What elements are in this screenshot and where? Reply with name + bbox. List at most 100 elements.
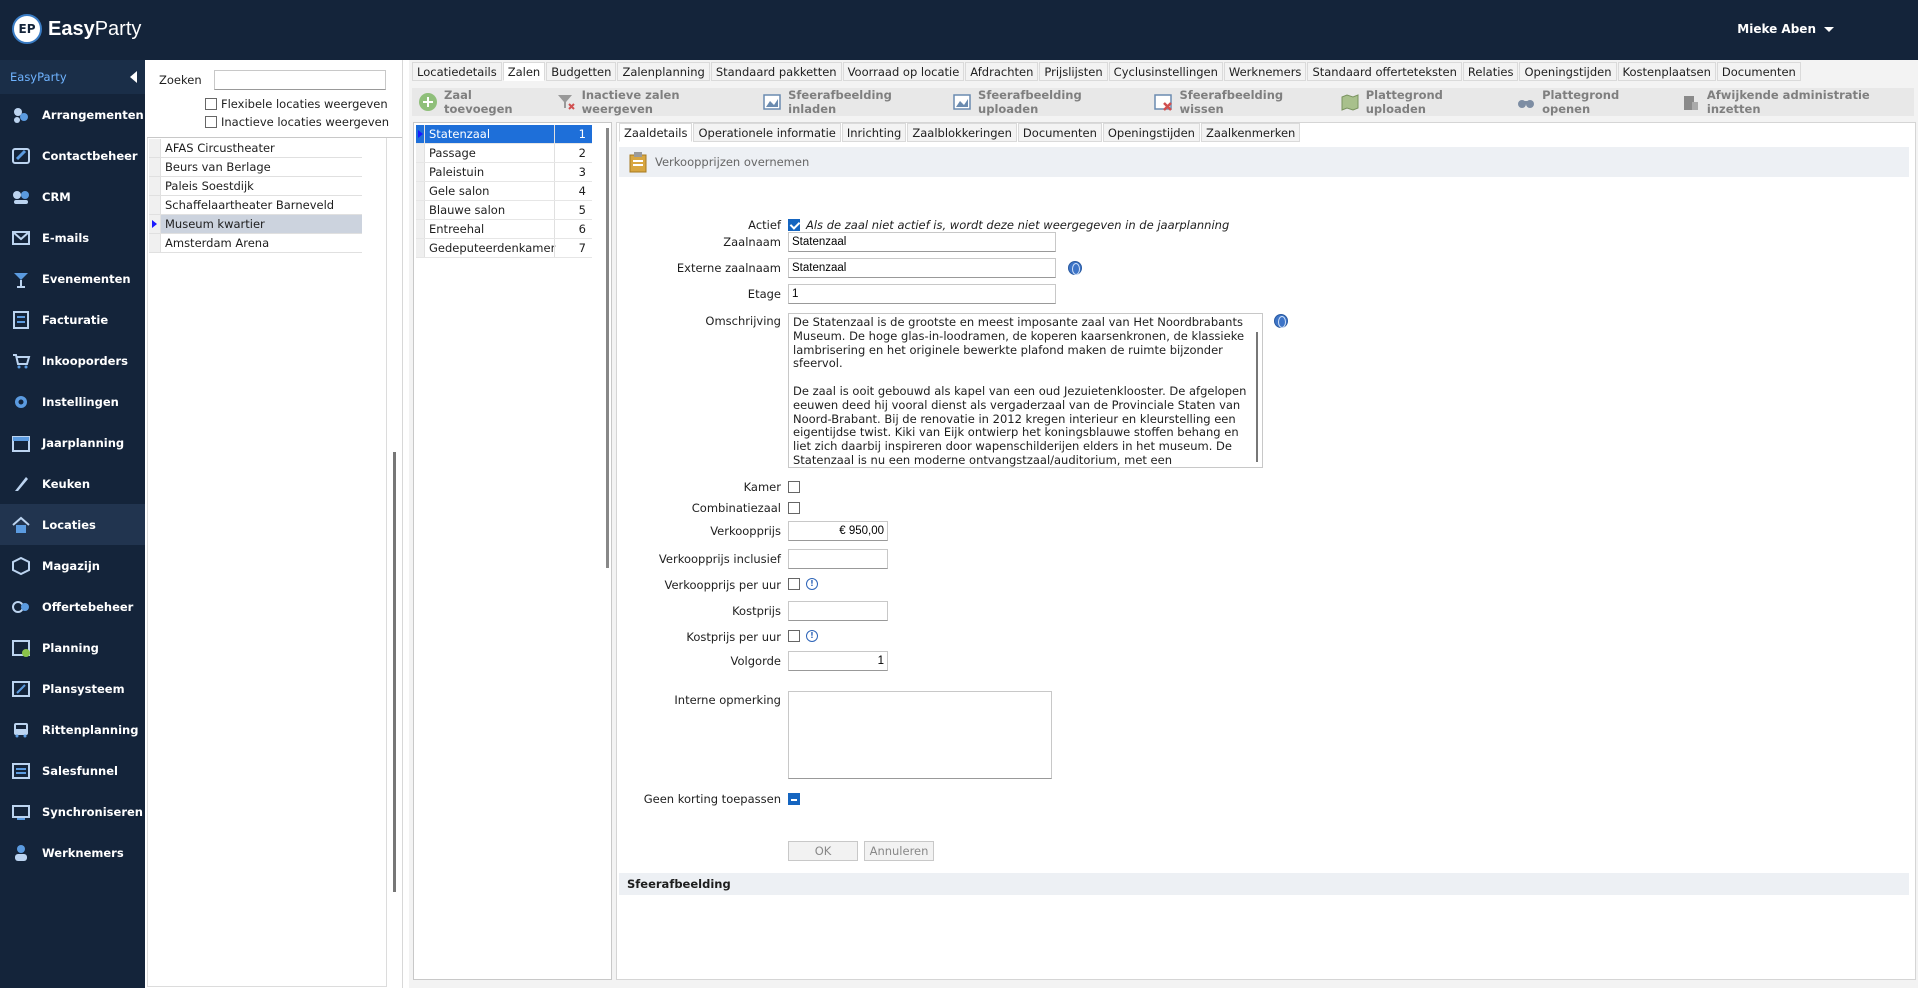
location-row[interactable]: AFAS Circustheater: [149, 139, 362, 158]
tab-documenten[interactable]: Documenten: [1017, 123, 1102, 142]
tab-standaard-pakketten[interactable]: Standaard pakketten: [710, 62, 842, 81]
sfeerafbeelding-inladen-button[interactable]: Sfeerafbeelding inladen: [762, 88, 934, 116]
zaal-toevoegen-button[interactable]: Zaal toevoegen: [418, 88, 538, 116]
tab-voorraad-op-locatie[interactable]: Voorraad op locatie: [842, 62, 965, 81]
tab-operationele-informatie[interactable]: Operationele informatie: [693, 123, 841, 142]
location-row[interactable]: Paleis Soestdijk: [149, 177, 362, 196]
tab-relaties[interactable]: Relaties: [1462, 62, 1519, 81]
inactieve-zalen-weergeven-button[interactable]: Inactieve zalen weergeven: [556, 88, 745, 116]
room-row[interactable]: Gele salon 4: [416, 182, 592, 201]
verkoopprijs-field[interactable]: [788, 521, 888, 541]
room-row[interactable]: Gedeputeerdenkamer 7: [416, 239, 592, 258]
info-icon[interactable]: !: [806, 578, 818, 590]
combinatie-checkbox[interactable]: [788, 502, 800, 514]
afwijkende-administratie-inzetten-button[interactable]: Afwijkende administratie inzetten: [1681, 88, 1914, 116]
sidebar-item-contactbeheer[interactable]: Contactbeheer: [0, 135, 145, 176]
sidebar-item-label: Locaties: [42, 517, 96, 532]
tab-budgetten[interactable]: Budgetten: [546, 62, 617, 81]
tab-cyclusinstellingen[interactable]: Cyclusinstellingen: [1108, 62, 1223, 81]
plansystem-icon: [10, 678, 32, 700]
tab-zalenplanning[interactable]: Zalenplanning: [617, 62, 710, 81]
tab-inrichting[interactable]: Inrichting: [841, 123, 907, 142]
textarea-scrollbar[interactable]: [1256, 332, 1258, 462]
sfeerafbeelding-uploaden-button[interactable]: Sfeerafbeelding uploaden: [952, 88, 1135, 116]
sidebar-item-jaarplanning[interactable]: Jaarplanning: [0, 422, 145, 463]
copy-prices-button[interactable]: Verkoopprijzen overnemen: [619, 147, 1909, 177]
sidebar-item-e-mails[interactable]: E-mails: [0, 217, 145, 258]
sidebar-item-keuken[interactable]: Keuken: [0, 463, 145, 504]
globe-icon[interactable]: [1274, 314, 1288, 328]
sidebar-item-magazijn[interactable]: Magazijn: [0, 545, 145, 586]
extern-field[interactable]: [788, 258, 1056, 278]
tab-standaard-offerteteksten[interactable]: Standaard offerteteksten: [1307, 62, 1462, 81]
location-row[interactable]: Beurs van Berlage: [149, 158, 362, 177]
room-row[interactable]: Blauwe salon 5: [416, 201, 592, 220]
plattegrond-uploaden-button[interactable]: Plattegrond uploaden: [1340, 88, 1498, 116]
sidebar-item-werknemers[interactable]: Werknemers: [0, 832, 145, 873]
omschrijving-textarea[interactable]: De Statenzaal is de grootste en meest im…: [788, 313, 1263, 468]
kamer-checkbox[interactable]: [788, 481, 800, 493]
plattegrond-openen-button[interactable]: Plattegrond openen: [1516, 88, 1663, 116]
sidebar-item-arrangementen[interactable]: Arrangementen: [0, 94, 145, 135]
actief-checkbox[interactable]: [788, 219, 800, 231]
tab-werknemers[interactable]: Werknemers: [1223, 62, 1307, 81]
cancel-button[interactable]: Annuleren: [864, 841, 934, 861]
tab-prijslijsten[interactable]: Prijslijsten: [1039, 62, 1108, 81]
sidebar-item-plansysteem[interactable]: Plansysteem: [0, 668, 145, 709]
collapse-icon[interactable]: [130, 71, 137, 83]
sidebar-item-crm[interactable]: CRM: [0, 176, 145, 217]
room-row[interactable]: Passage 2: [416, 144, 592, 163]
sfeerafbeelding-wissen-button[interactable]: Sfeerafbeelding wissen: [1153, 88, 1321, 116]
korting-checkbox[interactable]: [788, 793, 800, 805]
tab-zalen[interactable]: Zalen: [502, 62, 546, 81]
user-menu[interactable]: Mieke Aben: [1737, 22, 1834, 36]
room-row[interactable]: Paleistuin 3: [416, 163, 592, 182]
kostprijs-field[interactable]: [788, 601, 888, 621]
tab-zaaldetails[interactable]: Zaaldetails: [619, 123, 693, 142]
zaalnaam-field[interactable]: [788, 232, 1056, 252]
sidebar-item-evenementen[interactable]: Evenementen: [0, 258, 145, 299]
room-scrollbar[interactable]: [606, 128, 609, 568]
tab-zaalblokkeringen[interactable]: Zaalblokkeringen: [907, 123, 1017, 142]
location-scrollbar[interactable]: [393, 452, 396, 892]
tab-documenten[interactable]: Documenten: [1716, 62, 1801, 81]
row-indicator: [416, 182, 425, 200]
sidebar-item-offertebeheer[interactable]: Offertebeheer: [0, 586, 145, 627]
tab-kostenplaatsen[interactable]: Kostenplaatsen: [1617, 62, 1716, 81]
location-row[interactable]: Museum kwartier: [149, 215, 362, 234]
kostprijs-uur-checkbox[interactable]: [788, 630, 800, 642]
kostprijs-uur-label: Kostprijs per uur: [686, 630, 781, 644]
ok-button[interactable]: OK: [788, 841, 858, 861]
room-order: 7: [554, 239, 590, 257]
tab-locatiedetails[interactable]: Locatiedetails: [412, 62, 502, 81]
flexible-locations-checkbox[interactable]: [205, 98, 217, 110]
room-row[interactable]: Entreehal 6: [416, 220, 592, 239]
sidebar-item-planning[interactable]: Planning: [0, 627, 145, 668]
globe-icon[interactable]: [1068, 261, 1082, 275]
verkoop-incl-field[interactable]: [788, 549, 888, 569]
interne-textarea[interactable]: [788, 691, 1052, 779]
verkoop-uur-checkbox[interactable]: [788, 578, 800, 590]
sidebar-item-instellingen[interactable]: Instellingen: [0, 381, 145, 422]
volgorde-field[interactable]: [788, 651, 888, 671]
tab-afdrachten[interactable]: Afdrachten: [965, 62, 1039, 81]
tab-openingstijden[interactable]: Openingstijden: [1519, 62, 1617, 81]
sidebar-item-facturatie[interactable]: Facturatie: [0, 299, 145, 340]
location-row[interactable]: Amsterdam Arena: [149, 234, 362, 253]
sidebar-item-inkooporders[interactable]: Inkooporders: [0, 340, 145, 381]
location-row[interactable]: Schaffelaartheater Barneveld: [149, 196, 362, 215]
sfeer-section-header[interactable]: Sfeerafbeelding: [619, 873, 1909, 895]
info-icon[interactable]: !: [806, 630, 818, 642]
flexible-locations-option[interactable]: Flexibele locaties weergeven: [205, 97, 388, 111]
sidebar-item-locaties[interactable]: Locaties: [0, 504, 145, 545]
sidebar-item-rittenplanning[interactable]: Rittenplanning: [0, 709, 145, 750]
room-row[interactable]: Statenzaal 1: [416, 125, 592, 144]
sidebar-item-salesfunnel[interactable]: Salesfunnel: [0, 750, 145, 791]
inactive-locations-checkbox[interactable]: [205, 116, 217, 128]
search-input[interactable]: [213, 70, 386, 90]
sidebar-item-synchroniseren[interactable]: Synchroniseren: [0, 791, 145, 832]
tab-zaalkenmerken[interactable]: Zaalkenmerken: [1200, 123, 1301, 142]
inactive-locations-option[interactable]: Inactieve locaties weergeven: [205, 115, 389, 129]
app-logo[interactable]: EP EasyParty: [12, 14, 141, 44]
tab-openingstijden[interactable]: Openingstijden: [1102, 123, 1200, 142]
